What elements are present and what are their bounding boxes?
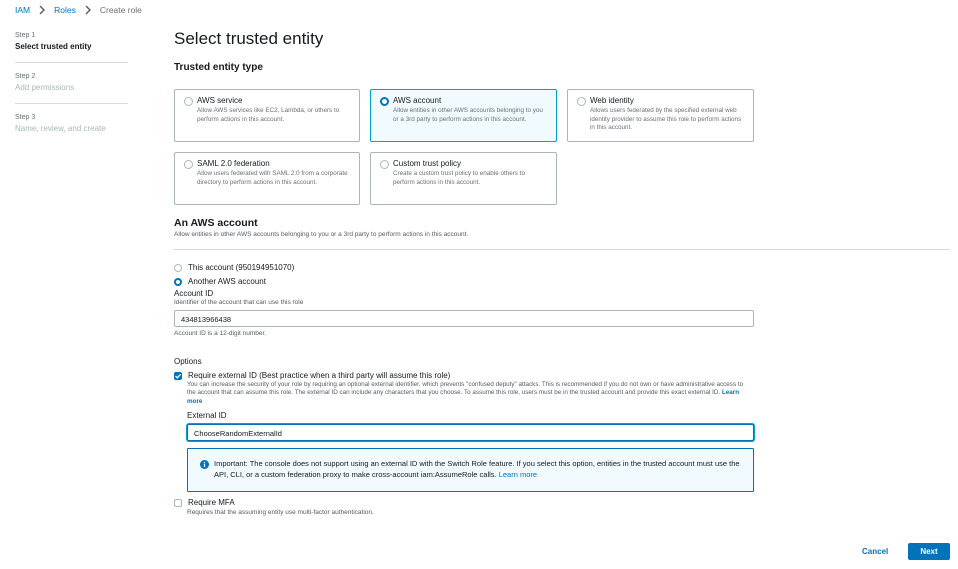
card-description: Allow entities in other AWS accounts bel…: [393, 107, 543, 123]
require-mfa-option[interactable]: Require MFA: [174, 498, 235, 507]
chevron-right-icon: [39, 5, 46, 15]
important-info-message: Important: The console does not support …: [214, 459, 740, 479]
step-divider: [15, 62, 128, 63]
require-external-id-label: Require external ID (Best practice when …: [188, 371, 451, 380]
account-id-label: Account ID: [174, 289, 214, 298]
step-divider: [15, 103, 128, 104]
require-external-id-option[interactable]: Require external ID (Best practice when …: [174, 371, 450, 380]
important-info-text: Important: The console does not support …: [214, 459, 743, 480]
chevron-right-icon: [85, 5, 91, 15]
another-account-radio[interactable]: [174, 277, 182, 286]
aws-account-heading: An AWS account: [174, 217, 258, 229]
external-id-description-text: You can increase the security of your ro…: [187, 381, 744, 397]
step-number: Step 2: [15, 73, 36, 80]
aws-account-description: Allow entities in other AWS accounts bel…: [174, 231, 469, 238]
breadcrumb-iam[interactable]: IAM: [15, 5, 30, 15]
entity-card-aws-service[interactable]: AWS service Allow AWS services like EC2,…: [174, 89, 360, 142]
account-id-description: Identifier of the account that can use t…: [174, 299, 304, 306]
step-number: Step 3: [15, 114, 36, 121]
entity-card-saml-federation[interactable]: SAML 2.0 federation Allow users federate…: [174, 152, 360, 205]
require-external-id-checkbox[interactable]: [174, 371, 182, 380]
card-title: Custom trust policy: [393, 159, 462, 168]
this-account-option[interactable]: This account (950194951070): [174, 263, 294, 272]
external-id-description: You can increase the security of your ro…: [187, 381, 747, 406]
step-title: Name, review, and create: [15, 124, 106, 133]
breadcrumb-current: Create role: [99, 5, 142, 15]
card-description: Create a custom trust policy to enable o…: [393, 170, 525, 186]
account-id-hint: Account ID is a 12-digit number.: [174, 330, 267, 337]
info-learn-more-link[interactable]: Learn more: [499, 470, 537, 479]
saml-federation-radio[interactable]: [184, 160, 193, 169]
card-description: Allows users federated by the specified …: [590, 107, 742, 131]
aws-account-radio[interactable]: [380, 97, 389, 106]
account-id-input[interactable]: 434813966438: [174, 310, 754, 327]
custom-trust-policy-radio[interactable]: [380, 160, 389, 169]
card-title: AWS service: [197, 96, 243, 105]
info-icon: [200, 460, 209, 469]
next-button[interactable]: Next: [908, 543, 950, 560]
this-account-label: This account (950194951070): [188, 263, 295, 272]
checkmark-icon: [175, 373, 182, 379]
page-title: Select trusted entity: [174, 29, 324, 48]
external-id-input[interactable]: ChooseRandomExternalId: [187, 424, 754, 441]
card-title: Web identity: [590, 96, 634, 105]
card-title: AWS account: [393, 96, 442, 105]
step-2: Step 2 Add permissions: [15, 73, 130, 92]
external-id-label: External ID: [187, 411, 227, 420]
entity-card-aws-account[interactable]: AWS account Allow entities in other AWS …: [370, 89, 557, 142]
another-account-label: Another AWS account: [188, 277, 266, 286]
card-description: Allow users federated with SAML 2.0 from…: [197, 170, 348, 186]
aws-service-radio[interactable]: [184, 97, 193, 106]
important-info-alert: Important: The console does not support …: [187, 448, 754, 492]
require-mfa-checkbox[interactable]: [174, 498, 182, 507]
entity-card-custom-trust-policy[interactable]: Custom trust policy Create a custom trus…: [370, 152, 557, 205]
web-identity-radio[interactable]: [577, 97, 586, 106]
require-mfa-label: Require MFA: [188, 498, 235, 507]
require-mfa-description: Requires that the assuming entity use mu…: [187, 509, 374, 516]
step-title: Select trusted entity: [15, 42, 92, 51]
breadcrumb: IAM Roles Create role: [15, 5, 142, 15]
section-divider: [174, 249, 950, 250]
this-account-radio[interactable]: [174, 263, 182, 272]
step-3: Step 3 Name, review, and create: [15, 114, 130, 133]
breadcrumb-roles[interactable]: Roles: [54, 5, 76, 15]
step-number: Step 1: [15, 32, 36, 39]
card-description: Allow AWS services like EC2, Lambda, or …: [197, 107, 340, 123]
step-title: Add permissions: [15, 83, 75, 92]
trusted-entity-type-heading: Trusted entity type: [174, 62, 263, 73]
step-1: Step 1 Select trusted entity: [15, 32, 130, 51]
another-account-option[interactable]: Another AWS account: [174, 277, 266, 286]
card-title: SAML 2.0 federation: [197, 159, 270, 168]
options-heading: Options: [174, 357, 202, 366]
cancel-button[interactable]: Cancel: [862, 547, 888, 556]
entity-card-web-identity[interactable]: Web identity Allows users federated by t…: [567, 89, 754, 142]
